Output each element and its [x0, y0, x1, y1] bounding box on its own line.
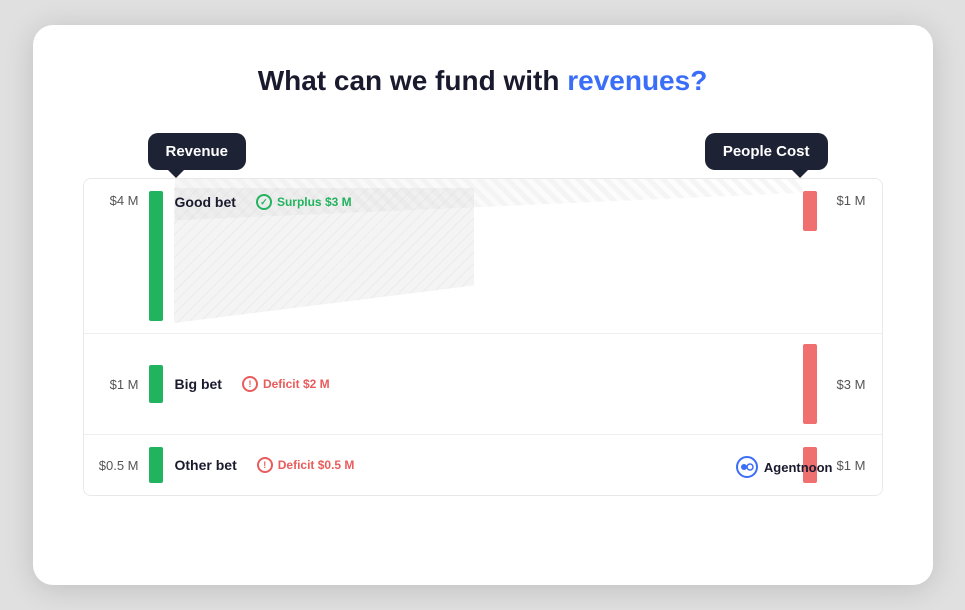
left-value-good: $4 M: [84, 179, 149, 208]
brand-badge: Agentnoon: [736, 456, 833, 478]
badge-text-other: Deficit $0.5 M: [278, 458, 355, 472]
people-cost-label-text: People Cost: [723, 143, 810, 160]
right-value-other: $1 M: [827, 458, 882, 473]
badge-text-good: Surplus $3 M: [277, 195, 352, 209]
badge-big: ! Deficit $2 M: [232, 373, 340, 395]
revenue-label-text: Revenue: [166, 143, 229, 160]
right-value-good: $1 M: [827, 179, 882, 208]
brand-name: Agentnoon: [764, 460, 833, 475]
surplus-icon: ✓: [256, 194, 272, 210]
main-card: What can we fund with revenues? Revenue …: [33, 25, 933, 585]
chart-area: Revenue People Cost: [83, 133, 883, 496]
deficit-icon-other: !: [257, 457, 273, 473]
revenue-label-bubble: Revenue: [148, 133, 247, 170]
table-row: $1 M Big bet ! Deficit $2 M $3 M: [84, 334, 882, 435]
row-name-big: Big bet: [175, 376, 222, 392]
left-value-other: $0.5 M: [84, 458, 149, 473]
header-labels: Revenue People Cost: [83, 133, 883, 170]
row-name-other: Other bet: [175, 457, 237, 473]
table-row: $4 M Good bet ✓ Surplus $3 M: [84, 179, 882, 334]
brand-icon: [736, 456, 758, 478]
page-title: What can we fund with revenues?: [83, 65, 883, 97]
badge-other: ! Deficit $0.5 M: [247, 454, 365, 476]
badge-good: ✓ Surplus $3 M: [246, 191, 362, 213]
deficit-icon-big: !: [242, 376, 258, 392]
row-name-good: Good bet: [175, 194, 236, 210]
rows-container: $4 M Good bet ✓ Surplus $3 M: [83, 178, 883, 496]
title-prefix: What can we fund with: [258, 65, 568, 96]
badge-text-big: Deficit $2 M: [263, 377, 330, 391]
rows-wrapper: $4 M Good bet ✓ Surplus $3 M: [83, 178, 883, 496]
right-value-big: $3 M: [827, 377, 882, 392]
people-cost-label-bubble: People Cost: [705, 133, 828, 170]
title-highlight: revenues?: [567, 65, 707, 96]
left-value-big: $1 M: [84, 377, 149, 392]
